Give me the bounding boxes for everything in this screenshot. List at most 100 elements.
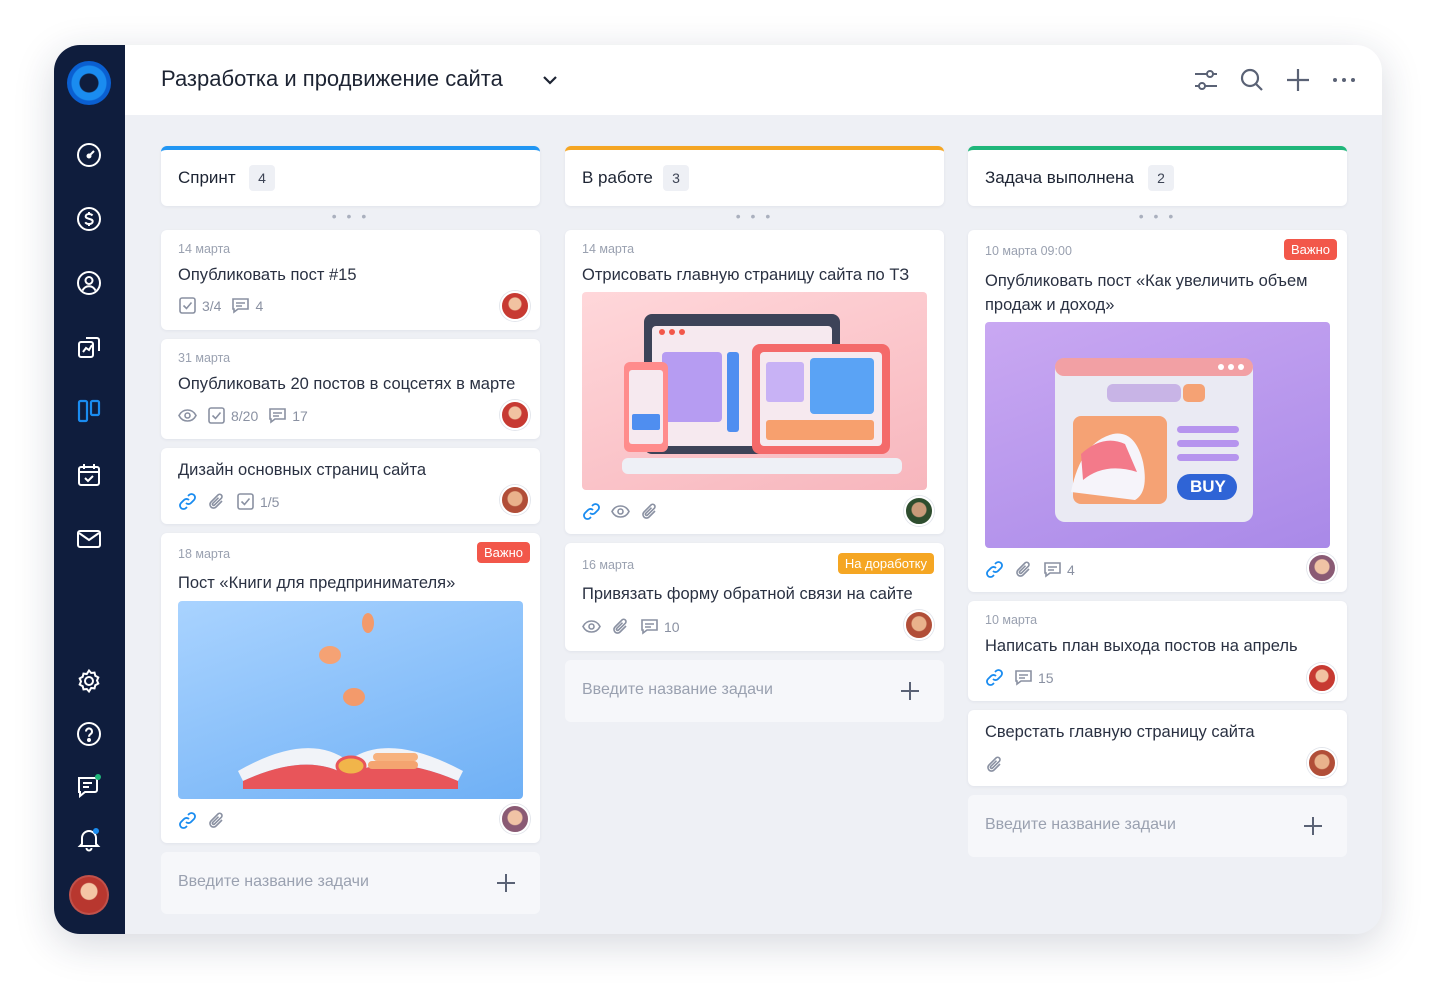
column-header[interactable]: Спринт 4 [161,146,540,206]
task-title: Опубликовать 20 постов в соцсетях в март… [178,375,516,393]
task-title: Дизайн основных страниц сайта [178,461,427,479]
chart-icon[interactable] [75,333,103,361]
add-task-plus-icon[interactable] [494,871,518,895]
comment-icon [232,298,250,314]
dashboard-icon[interactable] [75,141,103,169]
comment-icon [269,408,287,424]
task-meta [582,502,659,521]
task-title: Опубликовать пост «Как увеличить объем п… [985,272,1308,314]
shop-illustration [1055,358,1253,522]
assignee-avatar[interactable] [1307,748,1337,778]
eye-icon [178,409,197,422]
checklist-icon [237,493,254,510]
add-task-plus-icon[interactable] [898,679,922,703]
column-done: Задача выполнена 2 • • • 10 марта 09:00 … [968,146,1347,857]
bell-icon[interactable] [75,825,103,853]
task-card[interactable]: 31 марта Опубликовать 20 постов в соцсет… [161,339,540,439]
column-title: Задача выполнена [985,168,1134,187]
task-meta: 4 [985,560,1075,579]
task-date: 10 марта 09:00 [985,244,1072,258]
add-task-input[interactable]: Введите название задачи [565,660,944,722]
chat-icon[interactable] [75,772,103,800]
search-icon[interactable] [1237,65,1267,95]
user-circle-icon[interactable] [75,269,103,297]
task-card[interactable]: Дизайн основных страниц сайта 1/5 [161,448,540,524]
sidebar [54,45,125,934]
task-card[interactable]: 10 марта 09:00 Важно Опубликовать пост «… [968,230,1347,592]
assignee-avatar[interactable] [500,291,530,321]
add-task-input[interactable]: Введите название задачи [968,795,1347,857]
column-title: В работе [582,168,653,187]
comment-icon [1044,562,1061,578]
comment-count: 17 [292,407,308,424]
buy-button-label: BUY [1190,477,1226,496]
settings-icon[interactable] [75,667,103,695]
comment-count: 10 [664,618,680,635]
task-meta [985,755,1004,774]
help-icon[interactable] [75,720,103,748]
task-title: Отрисовать главную страницу сайта по ТЗ [582,266,910,284]
drag-handle[interactable]: • • • [968,206,1347,230]
drag-handle[interactable]: • • • [161,206,540,230]
attachment-icon [1016,561,1030,577]
dollar-icon[interactable] [75,205,103,233]
task-title: Привязать форму обратной связи на сайте [582,585,913,603]
assignee-avatar[interactable] [500,485,530,515]
drag-handle[interactable]: • • • [565,206,944,230]
assignee-avatar[interactable] [500,804,530,834]
add-task-placeholder: Введите название задачи [178,873,369,890]
project-title[interactable]: Разработка и продвижение сайта [161,66,503,92]
assignee-avatar[interactable] [904,496,934,526]
task-title: Сверстать главную страницу сайта [985,723,1255,741]
column-header[interactable]: Задача выполнена 2 [968,146,1347,206]
task-title: Написать план выхода постов на апрель [985,637,1298,655]
comment-count: 15 [1038,669,1054,686]
task-meta: 15 [985,668,1054,687]
task-image: BUY [985,322,1330,548]
task-image [178,601,523,799]
eye-icon [611,505,630,518]
task-meta [178,811,226,830]
attachment-icon [987,756,1001,772]
calendar-icon[interactable] [75,461,103,489]
assignee-avatar[interactable] [1307,553,1337,583]
task-card[interactable]: 14 марта Опубликовать пост #15 3/4 4 [161,230,540,330]
logo-icon[interactable] [67,61,111,105]
mail-icon[interactable] [75,525,103,553]
checklist-icon [208,407,225,424]
plus-icon[interactable] [1283,65,1313,95]
checklist-count: 8/20 [231,407,259,424]
comment-count: 4 [255,297,264,314]
task-card[interactable]: 18 марта Важно Пост «Книги для предприни… [161,533,540,843]
add-task-input[interactable]: Введите название задачи [161,852,540,914]
board-icon[interactable] [75,397,103,425]
task-date: 18 марта [178,547,231,561]
filter-icon[interactable] [1191,65,1221,95]
checklist-count: 3/4 [202,297,222,314]
attachment-icon [642,503,656,519]
add-task-plus-icon[interactable] [1301,814,1325,838]
task-card[interactable]: 16 марта На доработку Привязать форму об… [565,543,944,651]
task-date: 16 марта [582,558,635,572]
user-avatar[interactable] [69,875,109,915]
task-card[interactable]: Сверстать главную страницу сайта [968,710,1347,786]
assignee-avatar[interactable] [1307,663,1337,693]
task-card[interactable]: 14 марта Отрисовать главную страницу сай… [565,230,944,534]
column-sprint: Спринт 4 • • • 14 марта Опубликовать пос… [161,146,540,914]
link-icon [986,669,1003,686]
add-task-placeholder: Введите название задачи [582,681,773,698]
task-meta: 3/4 4 [178,296,263,315]
header: Разработка и продвижение сайта [125,45,1382,115]
attachment-icon [613,618,627,634]
status-badge: Важно [476,542,530,563]
link-icon [986,561,1003,578]
column-header[interactable]: В работе 3 [565,146,944,206]
assignee-avatar[interactable] [904,610,934,640]
comment-count: 4 [1067,561,1075,578]
column-title: Спринт [178,168,236,187]
more-icon[interactable] [1329,65,1359,95]
task-date: 31 марта [178,351,231,365]
task-card[interactable]: 10 марта Написать план выхода постов на … [968,601,1347,701]
assignee-avatar[interactable] [500,400,530,430]
chevron-down-icon[interactable] [537,67,563,93]
